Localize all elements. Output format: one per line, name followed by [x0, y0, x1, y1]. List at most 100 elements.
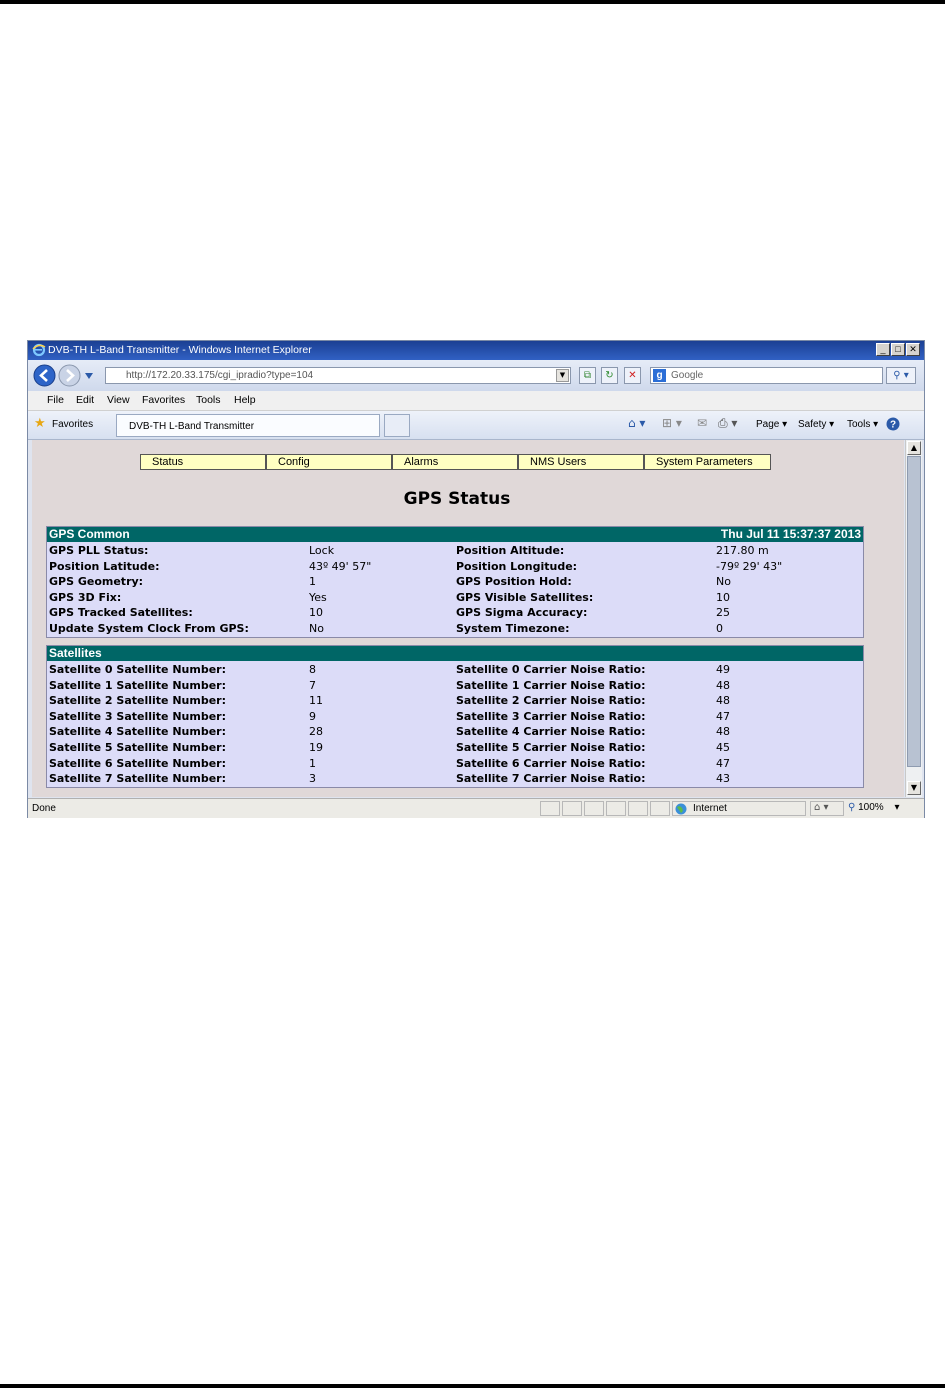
- feeds-icon[interactable]: ⊞ ▾: [662, 417, 682, 429]
- field-value: 45: [716, 741, 730, 754]
- field-value: 19: [309, 741, 323, 754]
- field-label: Satellite 0 Satellite Number:: [49, 663, 226, 676]
- status-cell: [628, 801, 648, 816]
- favorites-bar: ★ Favorites DVB-TH L-Band Transmitter ⌂ …: [28, 411, 924, 440]
- new-tab-button[interactable]: [384, 414, 410, 437]
- field-label: Satellite 5 Carrier Noise Ratio:: [456, 741, 646, 754]
- field-label: Satellite 4 Satellite Number:: [49, 725, 226, 739]
- table-row: GPS Tracked Satellites: 10 GPS Sigma Accur…: [47, 605, 863, 621]
- field-value: 48: [716, 694, 730, 708]
- address-dropdown-icon[interactable]: ▼: [556, 369, 569, 382]
- field-value: -79º 29' 43": [716, 559, 783, 573]
- table-row: Satellite 1 Satellite Number: 7 Satellite …: [47, 678, 863, 694]
- table-row: Satellite 4 Satellite Number: 28 Satellite…: [47, 724, 863, 740]
- menu-help[interactable]: Help: [234, 394, 256, 406]
- title-bar[interactable]: DVB-TH L-Band Transmitter - Windows Inte…: [28, 341, 924, 360]
- panel-title: GPS Common: [49, 527, 130, 541]
- field-value: 9: [309, 709, 316, 723]
- print-icon[interactable]: ⎙ ▾: [718, 417, 737, 429]
- vertical-scrollbar[interactable]: ▲ ▼: [905, 440, 922, 797]
- menu-edit[interactable]: Edit: [76, 394, 94, 406]
- status-cell: [540, 801, 560, 816]
- search-icon[interactable]: ⚲ ▾: [886, 367, 916, 384]
- field-value: 8: [309, 663, 316, 676]
- zone-label: Internet: [693, 803, 727, 814]
- field-value: 1: [309, 575, 316, 589]
- table-row: GPS PLL Status: Lock Position Altitude: 217…: [47, 543, 863, 559]
- nav-nms-users[interactable]: NMS Users: [518, 454, 644, 470]
- panel-header: GPS Common Thu Jul 11 15:37:37 2013: [47, 527, 863, 542]
- field-value: 28: [309, 725, 323, 739]
- field-value: Yes: [309, 590, 327, 604]
- field-value: 48: [716, 678, 730, 692]
- stop-icon[interactable]: ✕: [624, 367, 641, 384]
- zoom-level[interactable]: ⚲ 100% ▾: [848, 802, 900, 813]
- nav-config[interactable]: Config: [266, 454, 392, 470]
- satellites-panel: Satellites Satellite 0 Satellite Number:…: [46, 645, 864, 788]
- mail-icon[interactable]: ✉: [697, 417, 707, 429]
- table-row: GPS 3D Fix: Yes GPS Visible Satellites: 10: [47, 590, 863, 606]
- field-label: Satellite 2 Carrier Noise Ratio:: [456, 694, 646, 708]
- menu-favorites[interactable]: Favorites: [142, 394, 185, 406]
- recent-pages-chevron-icon[interactable]: [85, 373, 93, 379]
- nav-bar: Status Config Alarms NMS Users System Pa…: [140, 454, 771, 470]
- table-row: Satellite 7 Satellite Number: 3 Satellite …: [47, 771, 863, 787]
- address-input[interactable]: http://172.20.33.175/cgi_ipradio?type=10…: [105, 367, 571, 384]
- menu-view[interactable]: View: [107, 394, 130, 406]
- table-row: Satellite 6 Satellite Number: 1 Satellite …: [47, 756, 863, 772]
- minimize-button[interactable]: _: [876, 343, 890, 356]
- field-label: Update System Clock From GPS:: [49, 622, 249, 635]
- close-button[interactable]: ✕: [906, 343, 920, 356]
- zoom-value: 100%: [858, 802, 884, 813]
- refresh-icon[interactable]: ↻: [601, 367, 618, 384]
- page-bottom-rule: [0, 1384, 945, 1388]
- security-zone[interactable]: Internet: [672, 801, 806, 816]
- home-icon[interactable]: ⌂ ▾: [628, 417, 645, 429]
- table-row: Update System Clock From GPS: No System Ti…: [47, 621, 863, 637]
- search-placeholder: Google: [671, 370, 704, 381]
- field-label: GPS Geometry:: [49, 575, 144, 589]
- scroll-thumb[interactable]: [907, 456, 921, 767]
- svg-text:?: ?: [890, 420, 896, 431]
- field-value: 47: [716, 756, 730, 770]
- help-icon[interactable]: ?: [886, 417, 900, 431]
- scroll-down-icon[interactable]: ▼: [907, 781, 921, 795]
- panel-title: Satellites: [49, 646, 102, 660]
- page-menu[interactable]: Page ▾: [756, 419, 787, 430]
- field-label: Satellite 7 Carrier Noise Ratio:: [456, 772, 646, 786]
- compat-view-icon[interactable]: ⧉: [579, 367, 596, 384]
- page-top-rule: [0, 0, 945, 4]
- safety-menu[interactable]: Safety ▾: [798, 419, 834, 430]
- maximize-button[interactable]: □: [891, 343, 905, 356]
- nav-status[interactable]: Status: [140, 454, 266, 470]
- field-label: Satellite 4 Carrier Noise Ratio:: [456, 725, 646, 739]
- favorites-button[interactable]: Favorites: [52, 419, 93, 430]
- field-value: Lock: [309, 544, 335, 557]
- address-url: http://172.20.33.175/cgi_ipradio?type=10…: [126, 370, 314, 381]
- scroll-up-icon[interactable]: ▲: [907, 441, 921, 455]
- menu-tools[interactable]: Tools: [196, 394, 221, 406]
- field-value: 43: [716, 772, 730, 786]
- nav-system-parameters[interactable]: System Parameters: [644, 454, 771, 470]
- status-cell: [562, 801, 582, 816]
- tools-menu[interactable]: Tools ▾: [847, 419, 878, 430]
- search-input[interactable]: g Google: [650, 367, 883, 384]
- address-bar: http://172.20.33.175/cgi_ipradio?type=10…: [28, 360, 924, 391]
- status-cell: [584, 801, 604, 816]
- forward-icon[interactable]: [58, 364, 81, 387]
- field-value: 48: [716, 725, 730, 739]
- nav-alarms[interactable]: Alarms: [392, 454, 518, 470]
- table-row: Position Latitude: 43º 49' 57" Position Lo…: [47, 559, 863, 575]
- browser-tab[interactable]: DVB-TH L-Band Transmitter: [116, 414, 380, 437]
- google-icon: g: [653, 369, 666, 382]
- field-label: Satellite 3 Satellite Number:: [49, 709, 226, 723]
- menu-file[interactable]: File: [47, 394, 64, 406]
- field-label: GPS Sigma Accuracy:: [456, 606, 588, 620]
- back-icon[interactable]: [33, 364, 56, 387]
- field-label: System Timezone:: [456, 622, 570, 635]
- protected-mode-icon[interactable]: ⌂ ▾: [810, 801, 844, 816]
- field-value: No: [309, 622, 324, 635]
- field-value: 3: [309, 772, 316, 786]
- star-icon[interactable]: ★: [34, 417, 46, 430]
- field-label: Satellite 6 Satellite Number:: [49, 756, 226, 770]
